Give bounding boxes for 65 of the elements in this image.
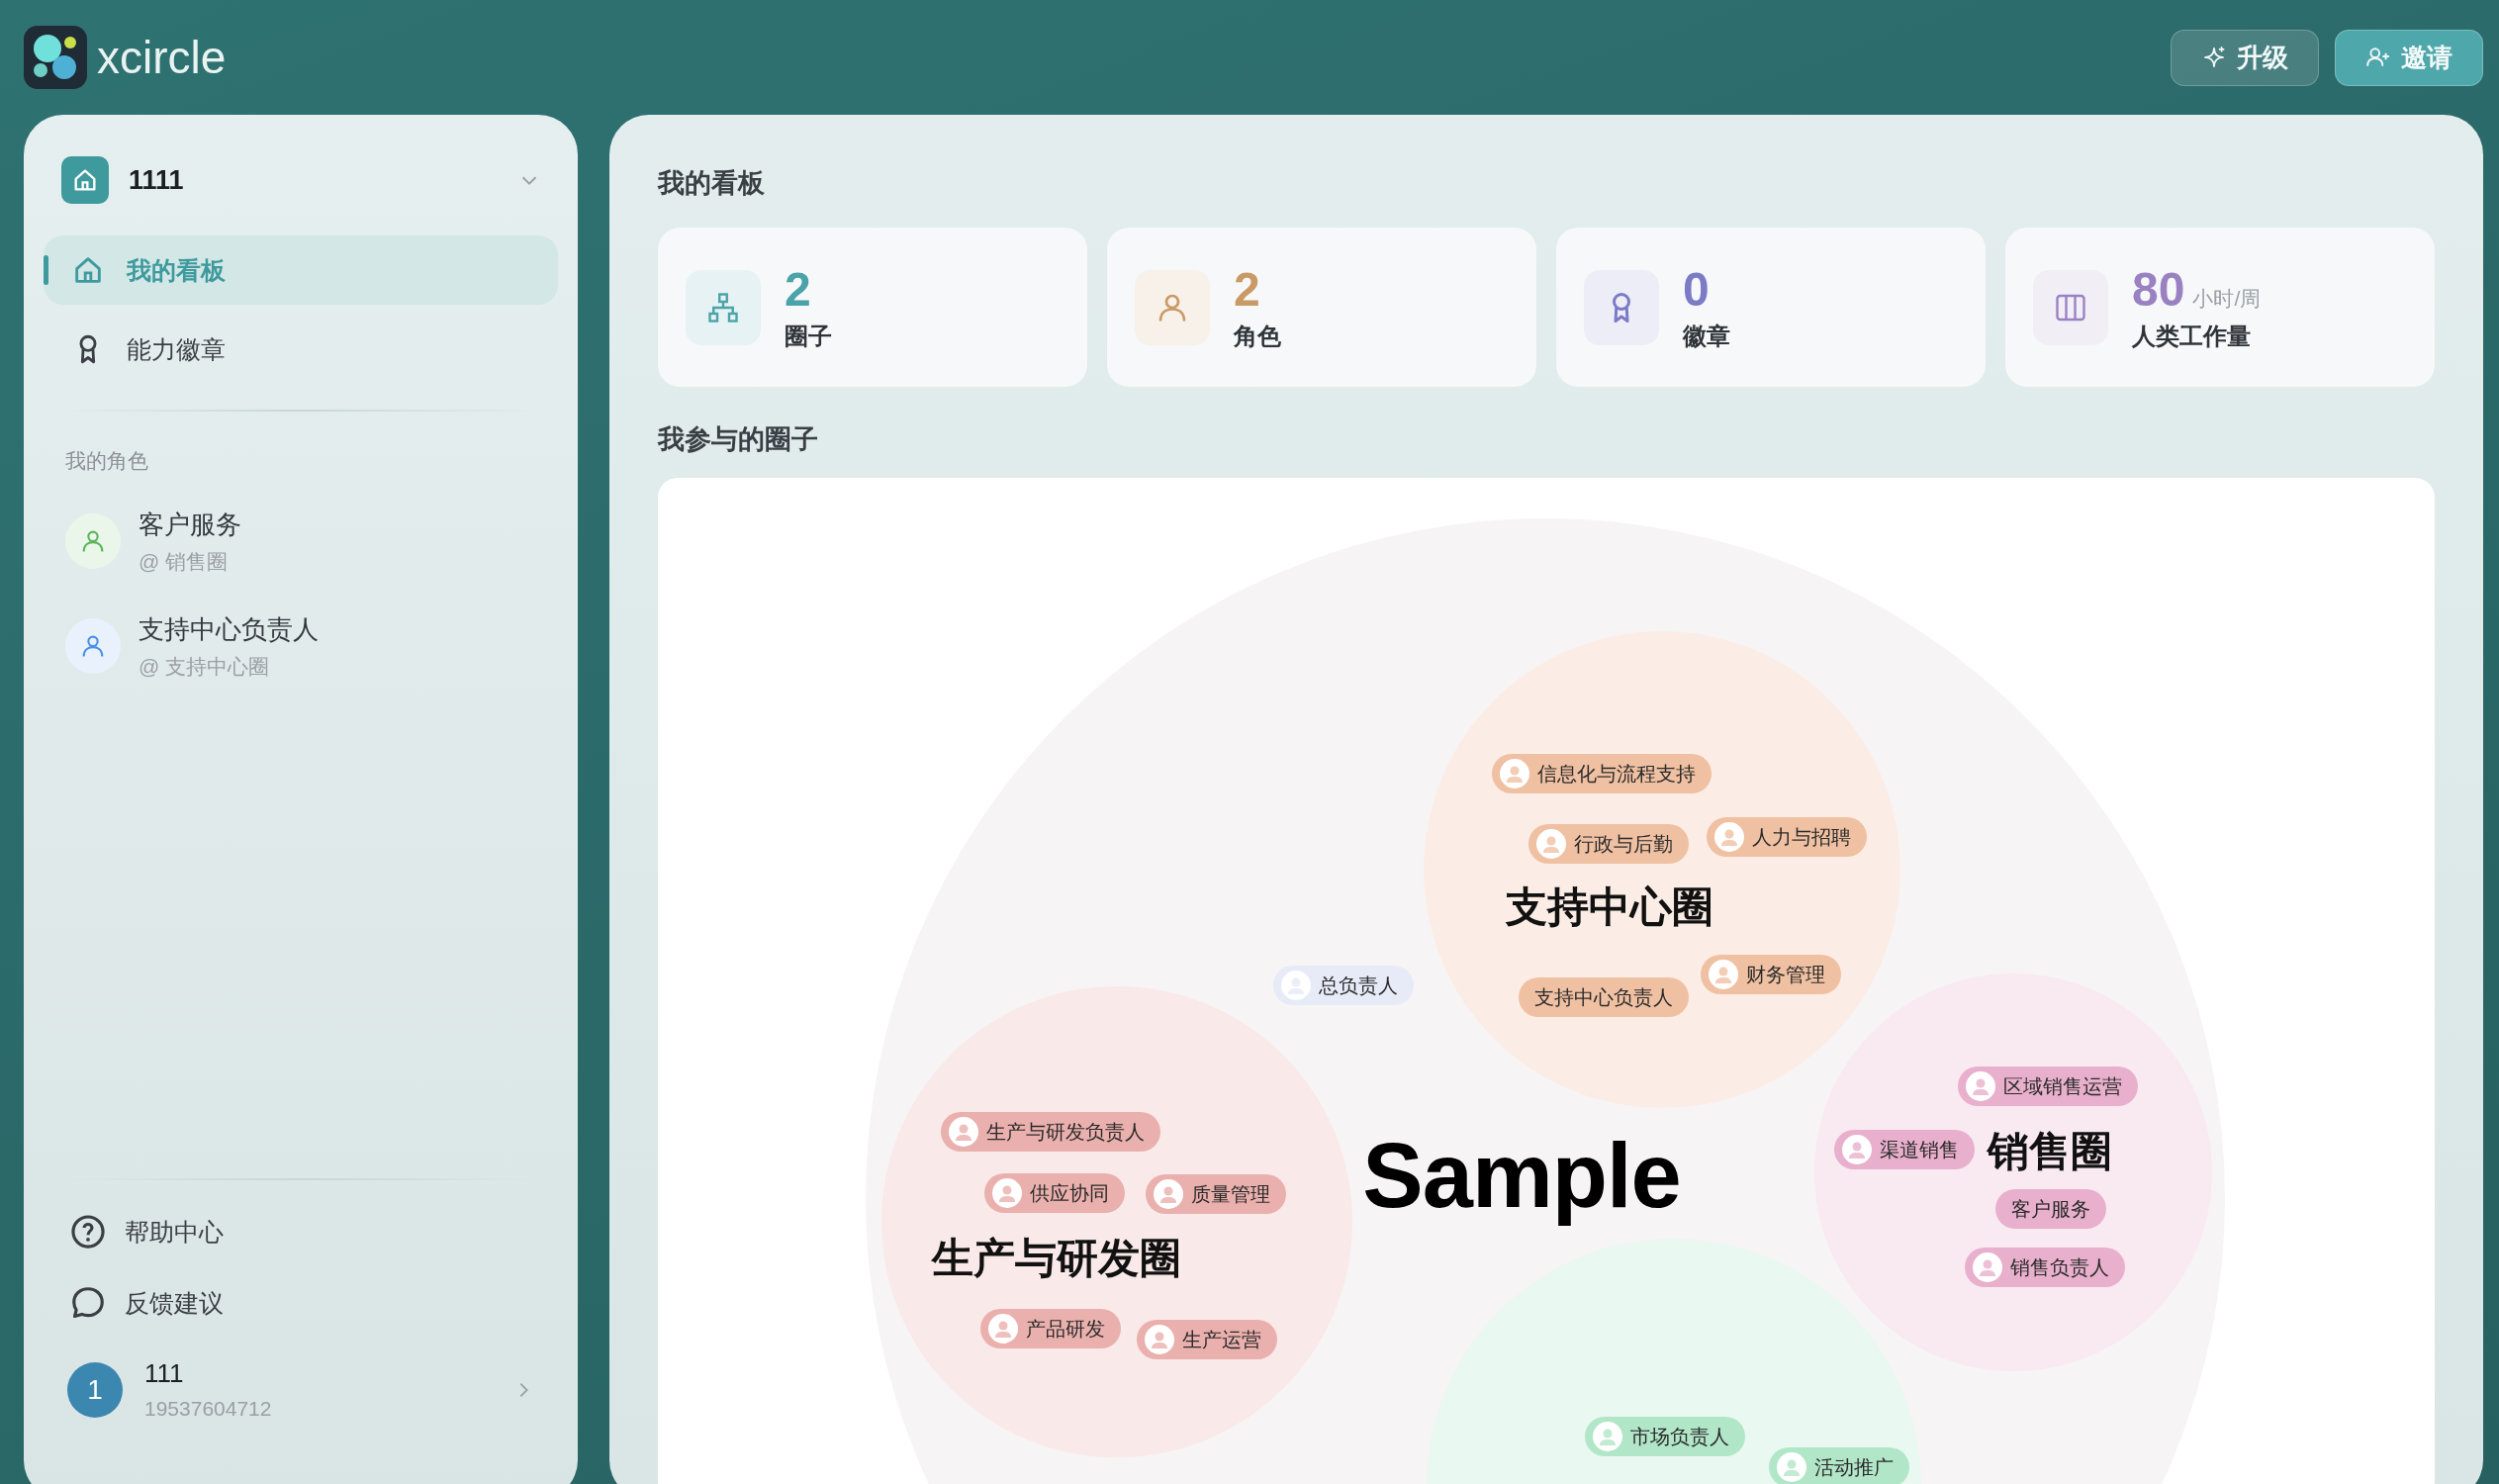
nav-item[interactable]: 能力徽章 bbox=[44, 315, 558, 384]
avatar-icon bbox=[1500, 759, 1529, 788]
sparkle-icon bbox=[2201, 45, 2227, 70]
role-pill[interactable]: 供应协同 bbox=[984, 1173, 1125, 1213]
avatar-icon bbox=[1709, 960, 1738, 989]
role-pill[interactable]: 生产与研发负责人 bbox=[941, 1112, 1160, 1152]
stat-value: 2 bbox=[785, 262, 811, 317]
logo-icon bbox=[24, 26, 87, 89]
role-pill[interactable]: 财务管理 bbox=[1701, 955, 1841, 994]
stat-value: 0 bbox=[1683, 262, 1710, 317]
active-indicator bbox=[44, 255, 48, 285]
role-name[interactable]: 客户服务 bbox=[139, 507, 241, 542]
role-pill[interactable]: 生产运营 bbox=[1137, 1320, 1277, 1359]
role-pill[interactable]: 区域销售运营 bbox=[1958, 1067, 2138, 1106]
stat-unit: 小时/周 bbox=[2192, 285, 2262, 312]
role-pill[interactable]: 总负责人 bbox=[1273, 966, 1414, 1005]
role-pill[interactable]: 渠道销售 bbox=[1834, 1130, 1975, 1169]
sidebar-link[interactable]: 反馈建议 bbox=[44, 1267, 558, 1339]
role-pill[interactable]: 人力与招聘 bbox=[1707, 817, 1867, 857]
avatar-icon bbox=[1281, 971, 1311, 1000]
avatar-icon bbox=[1777, 1452, 1806, 1482]
role-name[interactable]: 支持中心负责人 bbox=[139, 611, 319, 647]
avatar-icon bbox=[992, 1178, 1022, 1208]
user-avatar[interactable]: 1 bbox=[67, 1361, 123, 1418]
role-pill[interactable]: 客户服务 bbox=[1995, 1189, 2106, 1229]
section-title: 我参与的圈子 bbox=[658, 423, 819, 456]
avatar-icon bbox=[1536, 829, 1566, 859]
stat-label: 徽章 bbox=[1683, 321, 1730, 351]
stat-label: 圈子 bbox=[785, 321, 832, 351]
role-pill[interactable]: 信息化与流程支持 bbox=[1492, 754, 1712, 793]
role-pill[interactable]: 市场负责人 bbox=[1585, 1417, 1745, 1456]
role-pill[interactable]: 支持中心负责人 bbox=[1519, 977, 1689, 1017]
role-pill[interactable]: 活动推广 bbox=[1769, 1447, 1909, 1484]
avatar-icon bbox=[1842, 1135, 1872, 1164]
upgrade-button[interactable]: 升级 bbox=[2171, 29, 2319, 86]
stat-value: 80 bbox=[2132, 262, 2185, 317]
avatar-icon bbox=[1973, 1252, 2002, 1282]
avatar-icon bbox=[949, 1117, 978, 1147]
role-circle-label: @ 销售圈 bbox=[139, 548, 230, 575]
stat-label: 人类工作量 bbox=[2132, 321, 2252, 351]
circle-title: 生产与研发圈 bbox=[932, 1234, 1181, 1283]
help-icon bbox=[69, 1213, 107, 1251]
role-pill[interactable]: 销售负责人 bbox=[1965, 1248, 2125, 1287]
user-phone: 19537604712 bbox=[144, 1397, 273, 1421]
stat-label: 角色 bbox=[1234, 321, 1281, 351]
avatar-icon bbox=[988, 1314, 1018, 1344]
organization-name: Sample bbox=[1362, 1123, 1681, 1228]
avatar-icon bbox=[1154, 1179, 1183, 1209]
avatar-icon bbox=[1145, 1325, 1174, 1354]
avatar-icon bbox=[1593, 1422, 1622, 1451]
app-name: xcircle bbox=[97, 31, 227, 84]
circle-title: 销售圈 bbox=[1988, 1127, 2112, 1176]
workspace-name[interactable]: 1111 bbox=[129, 164, 499, 196]
role-pill[interactable]: 质量管理 bbox=[1146, 1174, 1286, 1214]
stat-value: 2 bbox=[1234, 262, 1260, 317]
circle-title: 支持中心圈 bbox=[1506, 882, 1713, 932]
user-name: 111 bbox=[144, 1358, 185, 1389]
sidebar-link[interactable]: 帮助中心 bbox=[44, 1196, 558, 1267]
avatar-icon bbox=[1966, 1071, 1995, 1101]
section-title: 我的看板 bbox=[658, 167, 766, 200]
role-pill[interactable]: 产品研发 bbox=[980, 1309, 1121, 1348]
role-pill[interactable]: 行政与后勤 bbox=[1528, 824, 1689, 864]
section-title: 我的角色 bbox=[64, 448, 149, 474]
role-circle-label: @ 支持中心圈 bbox=[139, 653, 271, 680]
avatar-icon bbox=[1714, 822, 1744, 852]
